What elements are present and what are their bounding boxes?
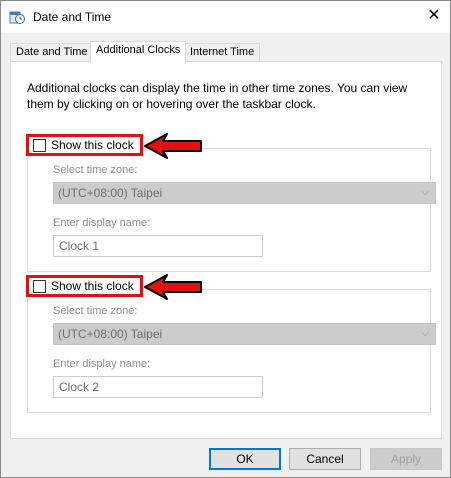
clock-1-group: Select time zone: (UTC+08:00) Taipei ⌵ E… [27, 148, 436, 272]
date-time-dialog: Date and Time ✕ Date and Time Additional… [0, 0, 451, 478]
clock-2-timezone-value: (UTC+08:00) Taipei [58, 327, 163, 341]
close-button[interactable]: ✕ [418, 1, 450, 33]
clock-2-show-label: Show this clock [51, 279, 134, 293]
clock-1-show-checkbox[interactable]: Show this clock [26, 134, 143, 156]
intro-line-2: them by clicking on or hovering over the… [27, 97, 316, 111]
checkbox-icon [33, 138, 46, 152]
tab-additional-clocks[interactable]: Additional Clocks [90, 41, 187, 63]
clock-2-timezone-select[interactable]: (UTC+08:00) Taipei ⌵ [53, 323, 436, 345]
cancel-button[interactable]: Cancel [289, 448, 361, 470]
clock-1-timezone-select[interactable]: (UTC+08:00) Taipei ⌵ [53, 182, 436, 204]
date-time-icon [9, 11, 25, 24]
ok-button[interactable]: OK [209, 448, 281, 470]
clock-2-timezone-label: Select time zone: [53, 305, 138, 317]
tab-date-and-time[interactable]: Date and Time [10, 43, 94, 62]
clock-2-name-label: Enter display name: [53, 358, 151, 370]
red-arrow-icon [144, 274, 202, 300]
chevron-down-icon: ⌵ [421, 328, 429, 339]
close-icon: ✕ [427, 7, 441, 24]
apply-button[interactable]: Apply [370, 448, 442, 470]
intro-line-1: Additional clocks can display the time i… [27, 81, 408, 95]
intro-text: Additional clocks can display the time i… [27, 80, 427, 112]
clock-2-group: Select time zone: (UTC+08:00) Taipei ⌵ E… [27, 289, 436, 413]
red-arrow-icon [144, 133, 202, 159]
additional-clocks-panel: Additional clocks can display the time i… [10, 61, 442, 439]
clock-2-name-input[interactable]: Clock 2 [53, 376, 263, 398]
clock-1-name-label: Enter display name: [53, 217, 151, 229]
window-title: Date and Time [33, 10, 112, 24]
clock-1-show-label: Show this clock [51, 138, 134, 152]
checkbox-icon [33, 279, 46, 293]
title-bar: Date and Time ✕ [1, 1, 450, 33]
clock-2-show-checkbox[interactable]: Show this clock [26, 275, 143, 297]
chevron-down-icon: ⌵ [421, 187, 429, 198]
clock-1-timezone-value: (UTC+08:00) Taipei [58, 186, 163, 200]
clock-1-name-input[interactable]: Clock 1 [53, 235, 263, 257]
clock-1-timezone-label: Select time zone: [53, 164, 138, 176]
tab-internet-time[interactable]: Internet Time [184, 43, 261, 62]
